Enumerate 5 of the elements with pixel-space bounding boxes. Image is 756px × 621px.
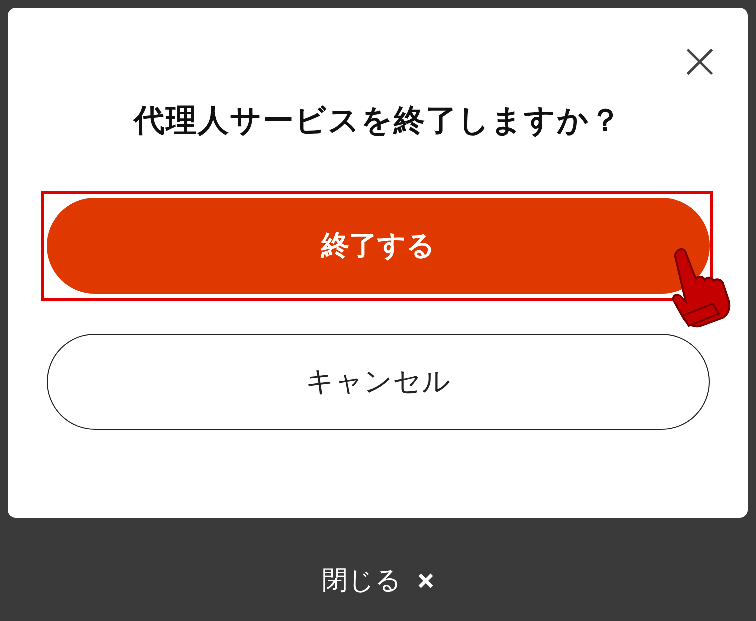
- dialog-title: 代理人サービスを終了しますか？: [132, 102, 623, 141]
- close-icon[interactable]: [686, 48, 714, 76]
- close-link[interactable]: 閉じる: [322, 563, 402, 598]
- dialog-button[interactable]: 終了する: [47, 198, 710, 294]
- dialog-button[interactable]: キャンセル: [47, 334, 710, 430]
